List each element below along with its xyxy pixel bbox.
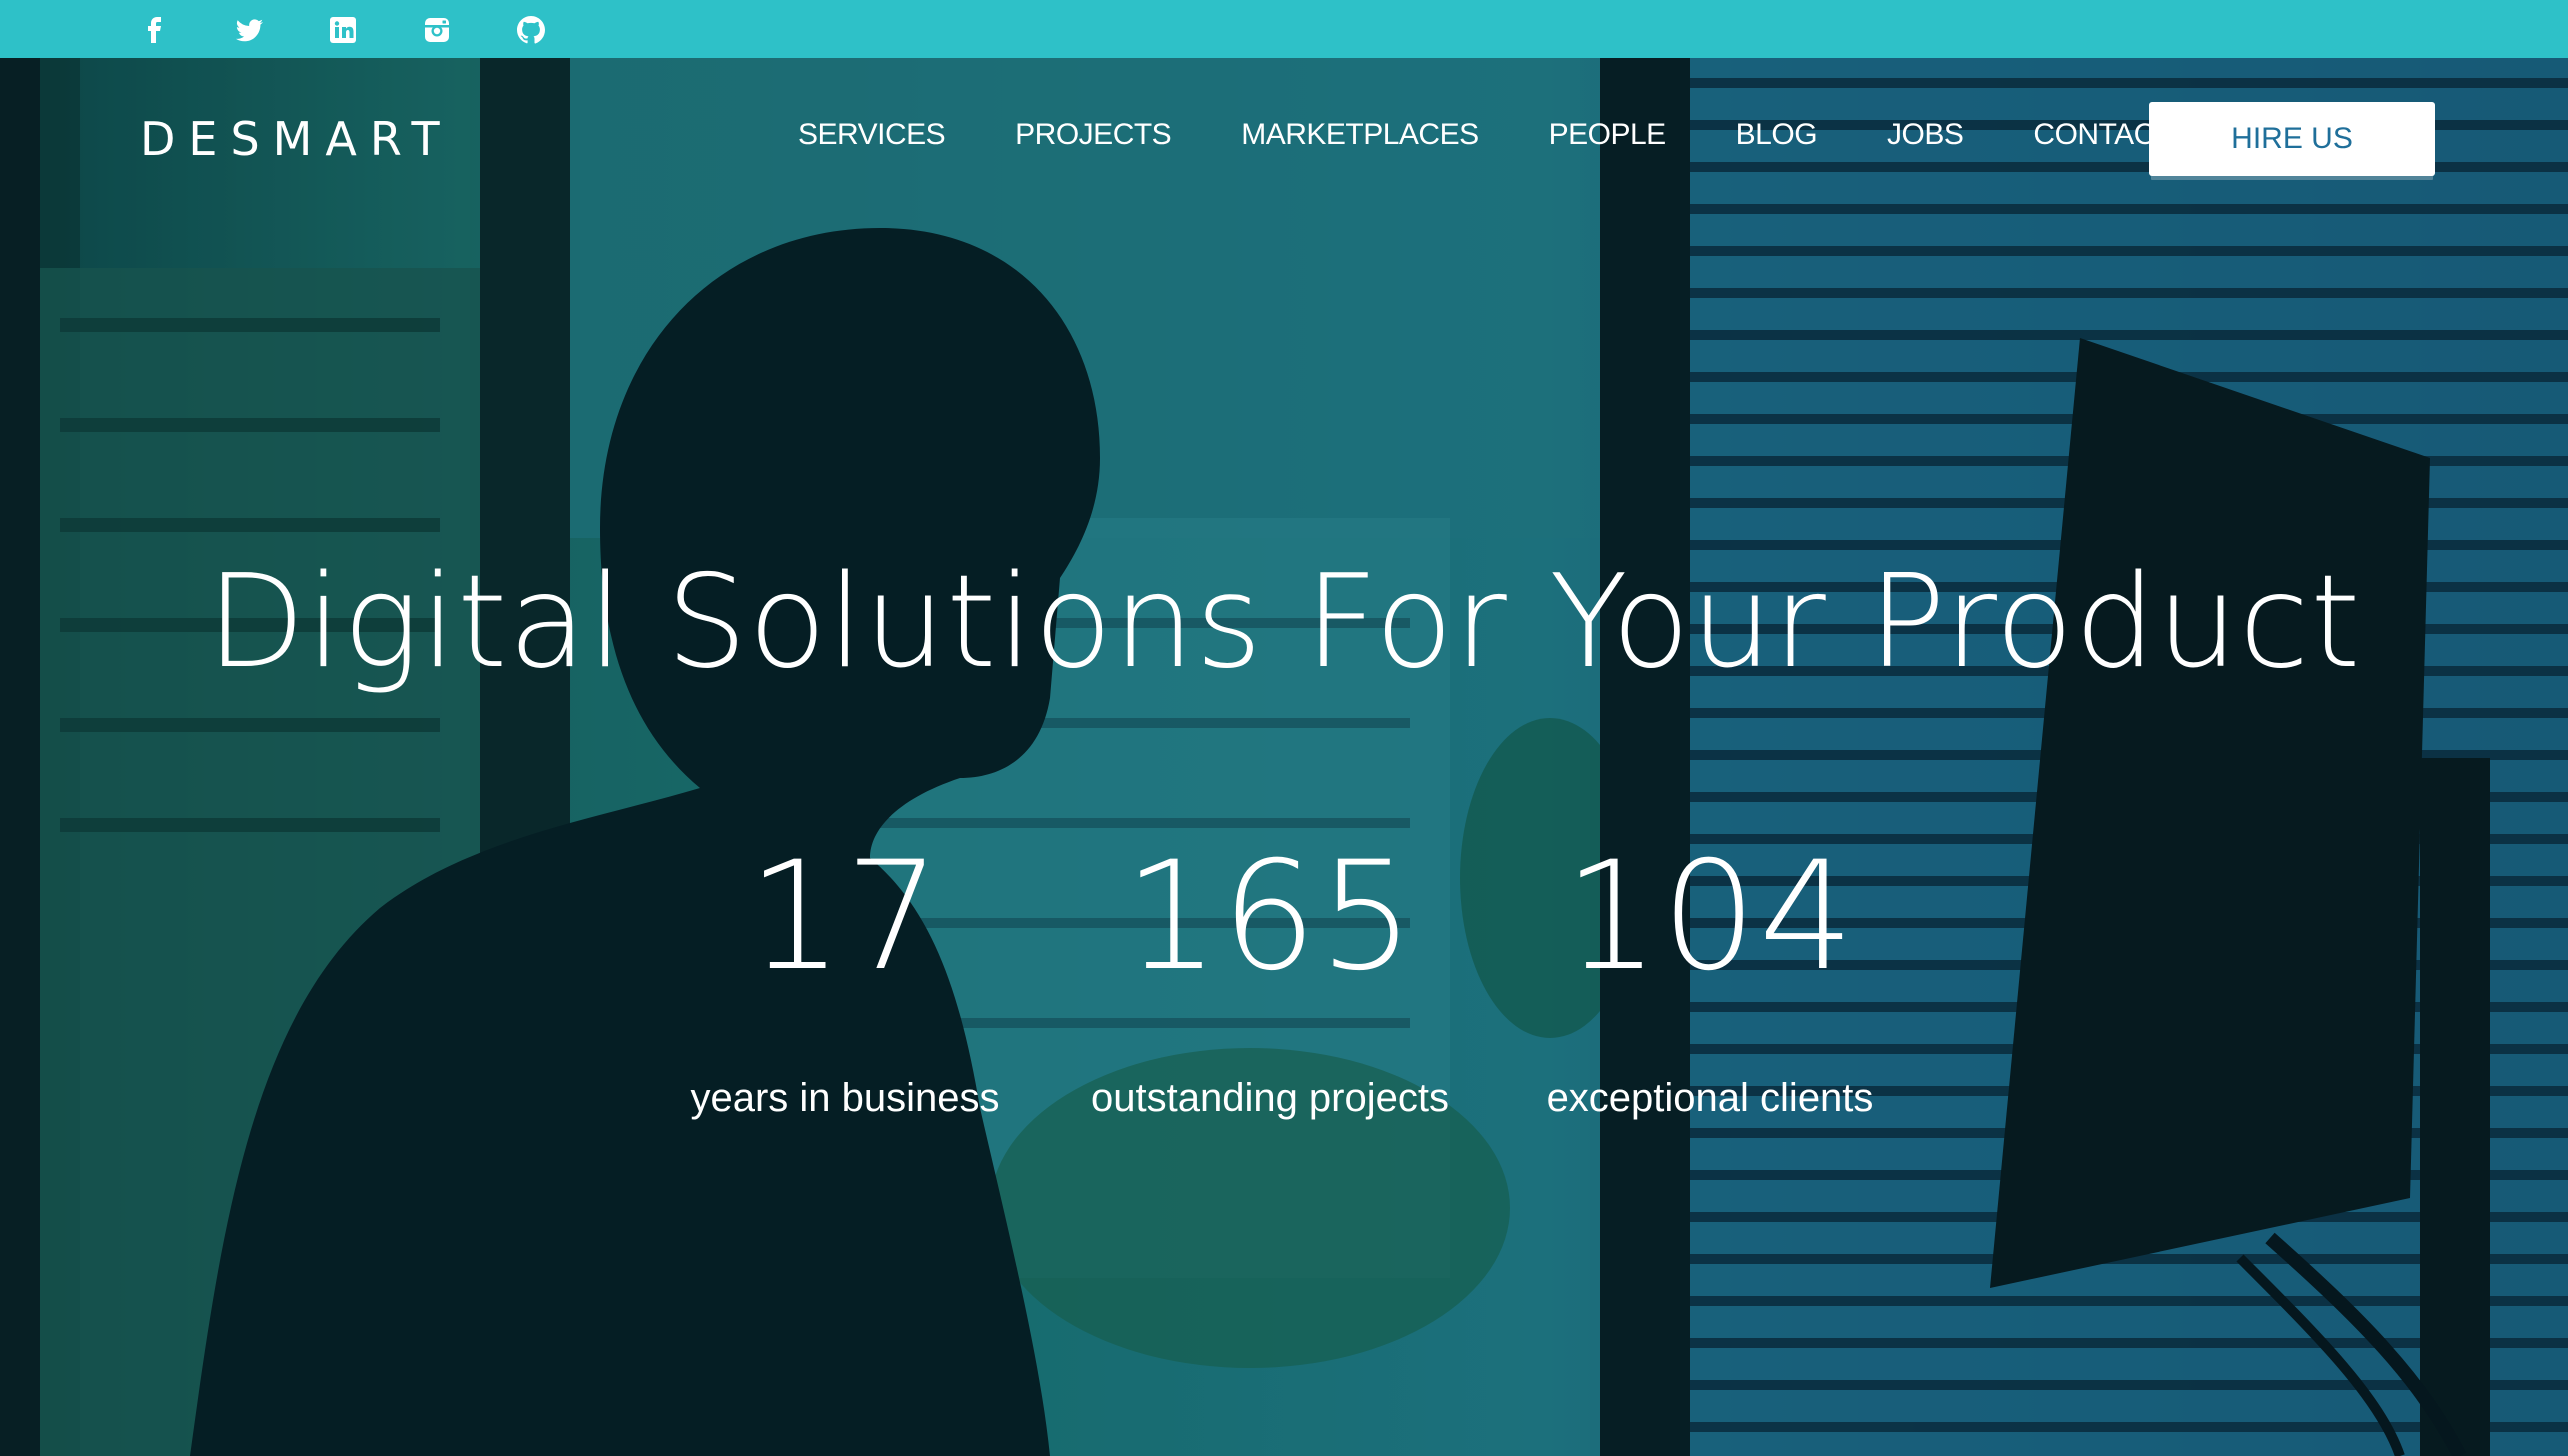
nav-projects[interactable]: PROJECTS xyxy=(1015,118,1172,152)
nav-blog[interactable]: BLOG xyxy=(1736,118,1818,152)
brand-logo[interactable]: DESMART xyxy=(140,112,453,166)
linkedin-icon[interactable] xyxy=(323,10,363,50)
main-navigation: SERVICES PROJECTS MARKETPLACES PEOPLE BL… xyxy=(798,118,2243,152)
twitter-icon[interactable] xyxy=(229,10,269,50)
nav-jobs[interactable]: JOBS xyxy=(1887,118,1964,152)
stat-value: 165 xyxy=(1123,830,1417,1004)
hero-background-image xyxy=(0,58,2568,1456)
stat-value: 17 xyxy=(747,830,943,1004)
nav-people[interactable]: PEOPLE xyxy=(1549,118,1667,152)
github-icon[interactable] xyxy=(511,10,551,50)
hire-us-button[interactable]: HIRE US xyxy=(2149,102,2435,176)
stat-years: 17 years in business xyxy=(690,842,1000,1121)
stat-label: years in business xyxy=(690,1076,1000,1120)
social-top-bar xyxy=(0,0,2568,58)
nav-services[interactable]: SERVICES xyxy=(798,118,946,152)
stat-label: exceptional clients xyxy=(1546,1076,1874,1120)
stat-projects: 165 outstanding projects xyxy=(1090,842,1450,1121)
instagram-icon[interactable] xyxy=(417,10,457,50)
social-links xyxy=(135,10,551,48)
hero-headline: Digital Solutions For Your Product xyxy=(206,548,2362,697)
nav-marketplaces[interactable]: MARKETPLACES xyxy=(1241,118,1479,152)
stat-value: 104 xyxy=(1563,830,1857,1004)
stat-label: outstanding projects xyxy=(1090,1076,1449,1120)
facebook-icon[interactable] xyxy=(135,10,175,50)
stat-clients: 104 exceptional clients xyxy=(1540,842,1880,1121)
hero-section xyxy=(0,58,2568,1456)
